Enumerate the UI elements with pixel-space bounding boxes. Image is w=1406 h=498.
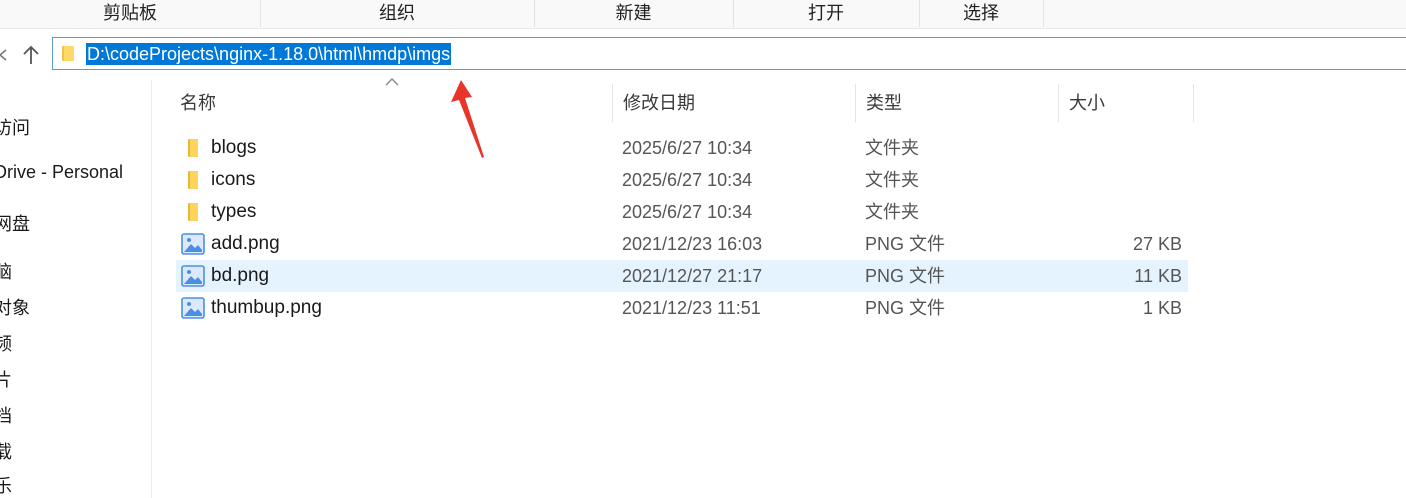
ribbon-group-select[interactable]: 选择 — [919, 0, 1044, 27]
file-row-icons[interactable]: icons 2025/6/27 10:34 文件夹 — [176, 164, 1188, 196]
file-type: PNG 文件 — [865, 298, 946, 318]
file-type: 文件夹 — [865, 202, 919, 222]
file-name[interactable]: add.png — [211, 228, 280, 260]
back-button[interactable] — [0, 40, 10, 70]
file-date: 2025/6/27 10:34 — [622, 170, 753, 190]
file-date: 2021/12/23 11:51 — [622, 298, 761, 318]
file-type: PNG 文件 — [865, 234, 946, 254]
sidebar-item-quick-access[interactable]: 访问 — [0, 114, 30, 140]
file-name[interactable]: types — [211, 196, 256, 228]
sidebar-item-documents[interactable]: 档 — [0, 402, 12, 428]
file-date: 2025/6/27 10:34 — [622, 138, 753, 158]
image-file-icon — [181, 233, 205, 255]
left-arrow-icon — [0, 49, 7, 61]
file-size: 27 KB — [1132, 234, 1182, 254]
ribbon-group-new[interactable]: 新建 — [534, 0, 734, 27]
ribbon: 剪贴板 组织 新建 打开 选择 — [0, 0, 1406, 29]
file-date: 2021/12/23 16:03 — [622, 234, 763, 254]
file-name[interactable]: blogs — [211, 132, 256, 164]
file-size: 11 KB — [1134, 266, 1182, 286]
file-name[interactable]: thumbup.png — [211, 292, 322, 324]
image-file-icon — [181, 297, 205, 319]
sidebar-item-this-pc[interactable]: 脑 — [0, 258, 12, 284]
file-date: 2021/12/27 21:17 — [622, 266, 763, 286]
file-type: 文件夹 — [865, 170, 919, 190]
column-header-type[interactable]: 类型 — [856, 84, 1059, 122]
column-header-size[interactable]: 大小 — [1059, 84, 1194, 122]
file-row-add-png[interactable]: add.png 2021/12/23 16:03 PNG 文件 27 KB — [176, 228, 1188, 260]
up-arrow-icon — [23, 45, 39, 64]
sidebar-item-videos[interactable]: 频 — [0, 330, 12, 356]
file-type: 文件夹 — [865, 138, 919, 158]
sidebar-item-netdisk[interactable]: 网盘 — [0, 210, 30, 236]
file-row-thumbup-png[interactable]: thumbup.png 2021/12/23 11:51 PNG 文件 1 KB — [176, 292, 1188, 324]
ribbon-group-organize[interactable]: 组织 — [260, 0, 535, 27]
file-row-bd-png[interactable]: bd.png 2021/12/27 21:17 PNG 文件 11 KB — [176, 260, 1188, 292]
file-date: 2025/6/27 10:34 — [622, 202, 753, 222]
sidebar-item-3d-objects[interactable]: 对象 — [0, 294, 30, 320]
sidebar-item-music[interactable]: 乐 — [0, 472, 12, 498]
address-path-text[interactable]: D:\codeProjects\nginx-1.18.0\html\hmdp\i… — [86, 43, 452, 65]
image-file-icon — [181, 265, 205, 287]
file-size: 1 KB — [1142, 298, 1182, 318]
navigation-pane: 访问 Drive - Personal 网盘 脑 对象 频 片 档 载 乐 — [0, 80, 152, 498]
ribbon-group-clipboard[interactable]: 剪贴板 — [0, 0, 261, 27]
column-header-date[interactable]: 修改日期 — [613, 84, 856, 122]
address-bar[interactable]: D:\codeProjects\nginx-1.18.0\html\hmdp\i… — [52, 37, 1406, 70]
folder-icon — [188, 139, 198, 157]
column-header-name[interactable]: 名称 — [170, 84, 613, 122]
folder-icon — [62, 46, 74, 61]
sidebar-item-onedrive[interactable]: Drive - Personal — [0, 162, 123, 183]
file-name[interactable]: icons — [211, 164, 255, 196]
file-row-blogs[interactable]: blogs 2025/6/27 10:34 文件夹 — [176, 132, 1188, 164]
file-row-types[interactable]: types 2025/6/27 10:34 文件夹 — [176, 196, 1188, 228]
annotation-arrow-icon — [451, 80, 484, 158]
folder-icon — [188, 171, 198, 189]
sidebar-item-pictures[interactable]: 片 — [0, 366, 12, 392]
ribbon-group-open[interactable]: 打开 — [733, 0, 920, 27]
file-type: PNG 文件 — [865, 266, 946, 286]
sidebar-item-downloads[interactable]: 载 — [0, 438, 12, 464]
up-button[interactable] — [20, 40, 44, 70]
folder-icon — [188, 203, 198, 221]
file-name[interactable]: bd.png — [211, 260, 269, 292]
